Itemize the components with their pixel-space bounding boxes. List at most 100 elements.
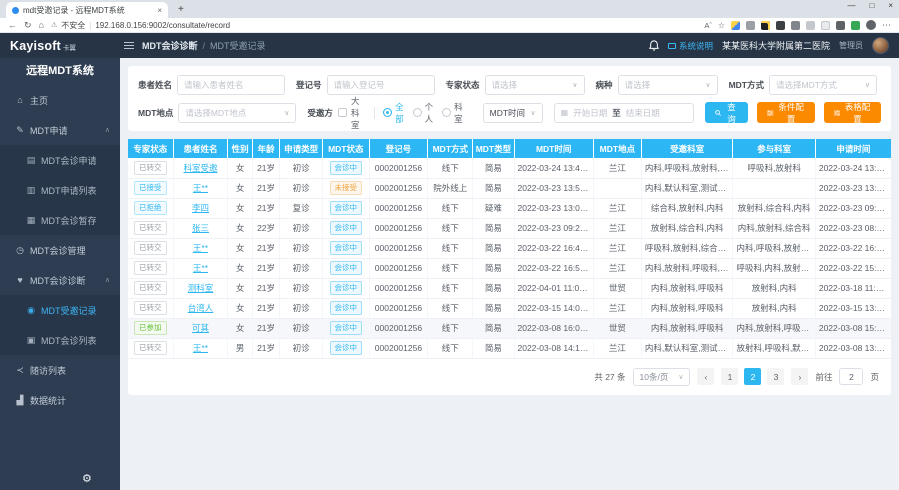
table-row[interactable]: 已参加可其女21岁初诊会诊中0002001256线下简易2022-03-08 1… (128, 318, 891, 338)
patient-name-link[interactable]: 张三 (192, 223, 209, 233)
big-dept-checkbox[interactable] (338, 108, 347, 117)
table-config-button[interactable]: 表格配置 (824, 102, 881, 123)
page-button-3[interactable]: 3 (767, 368, 784, 385)
app-header: Kayisoft 卡翼 MDT会诊诊断 / MDT受邀记录 系统说明 某某医科大… (0, 33, 899, 58)
extension-icon[interactable] (836, 21, 845, 30)
board-icon: ▣ (25, 335, 37, 346)
status-badge: 会诊中 (330, 161, 363, 175)
disease-select[interactable]: 请选择 ∨ (618, 75, 718, 95)
read-aloud-icon[interactable]: Aˆ (704, 21, 712, 30)
table-row[interactable]: 已转交王**女21岁初诊会诊中0002001256线下简易2022-03-22 … (128, 238, 891, 258)
sidebar-item-followup-list[interactable]: ≺随访列表 (0, 355, 120, 385)
settings-gear-icon[interactable]: ⚙ (82, 472, 92, 485)
extension-icon[interactable] (731, 21, 740, 30)
table-header-row: 专家状态患者姓名性别年龄申请类型MDT状态登记号MDT方式MDT类型MDT时间M… (128, 139, 891, 158)
breadcrumb-parent[interactable]: MDT会诊诊断 (142, 39, 198, 52)
patient-name-link[interactable]: 王** (193, 343, 208, 353)
sidebar-item-mdt-consult-apply[interactable]: ▤MDT会诊申请 (0, 145, 120, 175)
tab-close-icon[interactable]: × (157, 6, 162, 15)
extension-icon[interactable] (746, 21, 755, 30)
total-count: 共 27 条 (594, 371, 625, 383)
page-button-2[interactable]: 2 (744, 368, 761, 385)
sidebar-item-mdt-invite-record[interactable]: ◉MDT受邀记录 (0, 295, 120, 325)
breadcrumb: MDT会诊诊断 / MDT受邀记录 (142, 39, 266, 52)
date-range-picker[interactable]: ▦ 开始日期 至 结束日期 (554, 103, 694, 123)
sidebar-item-data-stats[interactable]: ▟数据统计 (0, 385, 120, 415)
prev-page-button[interactable]: ‹ (697, 368, 714, 385)
browser-profile-avatar[interactable] (866, 20, 876, 30)
patient-name-link[interactable]: 可其 (192, 323, 209, 333)
mdt-mode-select[interactable]: 请选择MDT方式 ∨ (769, 75, 877, 95)
sidebar-title: 远程MDT系统 (0, 58, 120, 85)
next-page-button[interactable]: › (791, 368, 808, 385)
sidebar-item-mdt-consult-list[interactable]: ▣MDT会诊列表 (0, 325, 120, 355)
window-maximize-button[interactable]: □ (869, 1, 874, 10)
home-icon[interactable]: ⌂ (39, 21, 44, 30)
search-button[interactable]: 查询 (705, 102, 749, 123)
status-badge: 已拒绝 (134, 201, 167, 215)
sidebar-item-mdt-consult-manage[interactable]: ◷MDT会诊管理 (0, 235, 120, 265)
patient-name-link[interactable]: 科室受邀 (183, 163, 217, 173)
favorite-star-icon[interactable]: ☆ (718, 21, 725, 30)
table-row[interactable]: 已转交台湾人女21岁初诊会诊中0002001256线下简易2022-03-15 … (128, 298, 891, 318)
radio-personal[interactable]: 个人 (413, 101, 434, 125)
table-row[interactable]: 已转交科室受邀女21岁初诊会诊中0002001256线下简易2022-03-24… (128, 158, 891, 178)
records-table: 专家状态患者姓名性别年龄申请类型MDT状态登记号MDT方式MDT类型MDT时间M… (128, 139, 891, 359)
patient-name-link[interactable]: 王** (193, 263, 208, 273)
patient-name-link[interactable]: 李四 (192, 203, 209, 213)
mdt-time-select[interactable]: MDT时间 ∨ (483, 103, 543, 123)
page-size-select[interactable]: 10条/页 ∨ (633, 368, 691, 386)
expert-status-select[interactable]: 请选择 ∨ (485, 75, 585, 95)
status-badge: 已转交 (134, 301, 167, 315)
radio-all[interactable]: 全部 (383, 101, 404, 125)
more-menu-icon[interactable]: ⋯ (882, 20, 891, 31)
collapse-menu-icon[interactable] (124, 42, 134, 49)
extension-icon[interactable] (851, 21, 860, 30)
table-row[interactable]: 已转交测科室女21岁初诊会诊中0002001256线下简易2022-04-01 … (128, 278, 891, 298)
patient-name-input[interactable] (177, 75, 285, 95)
condition-config-button[interactable]: 条件配置 (757, 102, 814, 123)
sidebar-item-mdt-consult-diagnosis[interactable]: ♥MDT会诊诊断∧ (0, 265, 120, 295)
goto-page-input[interactable] (839, 368, 863, 385)
radio-dept[interactable]: 科室 (442, 101, 463, 125)
browser-tab[interactable]: mdt受邀记录 - 远程MDT系统 × (6, 2, 168, 18)
table-row[interactable]: 已接受王**女21岁初诊未接受0002001256院外线上简易2022-03-2… (128, 178, 891, 198)
patient-name-label: 患者姓名 (138, 79, 172, 91)
extension-icon[interactable] (791, 21, 800, 30)
table-row[interactable]: 已转交王**男21岁初诊会诊中0002001256线下简易2022-03-08 … (128, 338, 891, 358)
table-row[interactable]: 已转交王**女21岁初诊会诊中0002001256线下简易2022-03-22 … (128, 258, 891, 278)
sidebar-item-mdt-apply[interactable]: ✎MDT申请∧ (0, 115, 120, 145)
extension-icon[interactable] (761, 21, 770, 30)
reg-no-input[interactable] (327, 75, 435, 95)
new-tab-button[interactable]: + (178, 2, 184, 18)
column-header: 专家状态 (128, 139, 173, 158)
patient-name-link[interactable]: 王** (193, 243, 208, 253)
extension-icon[interactable] (821, 21, 830, 30)
reload-icon[interactable]: ↻ (24, 21, 32, 30)
back-icon[interactable]: ← (8, 21, 17, 30)
mdt-place-select[interactable]: 请选择MDT地点 ∨ (178, 103, 296, 123)
address-field[interactable]: ⚠ 不安全 | 192.168.0.156:9002/consultate/re… (51, 20, 230, 31)
status-badge: 会诊中 (330, 221, 363, 235)
system-help-link[interactable]: 系统说明 (668, 40, 713, 52)
chevron-down-icon: ∨ (531, 109, 536, 117)
user-avatar[interactable] (872, 37, 889, 54)
status-badge: 会诊中 (330, 261, 363, 275)
sidebar-item-mdt-consult-draft[interactable]: ▦MDT会诊暂存 (0, 205, 120, 235)
window-minimize-button[interactable]: — (847, 1, 855, 10)
records-panel: 专家状态患者姓名性别年龄申请类型MDT状态登记号MDT方式MDT类型MDT时间M… (128, 139, 891, 395)
patient-name-link[interactable]: 测科室 (188, 283, 214, 293)
screen-icon (668, 43, 676, 49)
patient-name-link[interactable]: 台湾人 (188, 303, 214, 313)
table-row[interactable]: 已拒绝李四女21岁复诊会诊中0002001256线下疑难2022-03-23 1… (128, 198, 891, 218)
window-close-button[interactable]: × (888, 1, 893, 10)
page-button-1[interactable]: 1 (721, 368, 738, 385)
extension-icon[interactable] (806, 21, 815, 30)
table-row[interactable]: 已转交张三女22岁初诊会诊中0002001256线下简易2022-03-23 0… (128, 218, 891, 238)
patient-name-link[interactable]: 王** (193, 183, 208, 193)
sidebar-item-home[interactable]: ⌂主页 (0, 85, 120, 115)
status-badge: 会诊中 (330, 241, 363, 255)
sidebar-item-mdt-apply-list[interactable]: ▥MDT申请列表 (0, 175, 120, 205)
notification-bell-icon[interactable] (649, 40, 659, 51)
extension-icon[interactable] (776, 21, 785, 30)
